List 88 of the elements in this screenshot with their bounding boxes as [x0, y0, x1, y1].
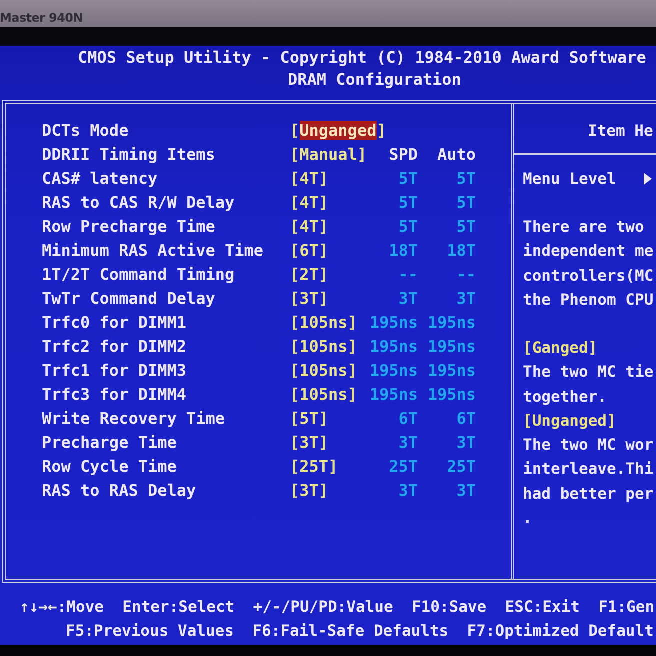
setting-value[interactable]: [3T]	[290, 287, 329, 311]
spd-value: 3T	[398, 288, 418, 310]
spd-value: 25T	[389, 456, 418, 478]
setting-label[interactable]: Trfc2 for DIMM2	[42, 335, 290, 359]
model-label: Master 940N	[0, 12, 83, 25]
setting-value[interactable]: [25T]	[290, 455, 338, 479]
setting-value[interactable]: [105ns]	[290, 383, 358, 407]
setting-value[interactable]: [Manual]	[290, 143, 368, 167]
setting-label[interactable]: 1T/2T Command Timing	[42, 263, 290, 287]
auto-value: 5T	[456, 216, 476, 238]
triangle-icon	[644, 173, 652, 185]
setting-value[interactable]: [5T]	[290, 407, 329, 431]
help-text: interleave.Thi	[523, 460, 654, 478]
auto-value: 195ns	[428, 312, 476, 334]
help-option-label: [Ganged]	[523, 339, 598, 357]
auto-value: --	[456, 264, 476, 286]
menu-level-label: Menu Level	[523, 169, 616, 190]
help-text: .	[523, 508, 532, 527]
key-hint: F10:Save	[412, 597, 487, 618]
setting-label[interactable]: RAS to CAS R/W Delay	[42, 191, 290, 215]
setting-value[interactable]: [4T]	[290, 167, 329, 191]
setting-value[interactable]: [4T]	[290, 215, 329, 239]
spd-value: 195ns	[370, 336, 418, 358]
setting-value[interactable]: [3T]	[290, 479, 329, 503]
help-text: had better per	[523, 484, 654, 502]
auto-value: 195ns	[428, 336, 476, 358]
setting-value[interactable]: [105ns]	[290, 311, 358, 335]
key-hint: ↑↓→←:Move	[20, 597, 104, 618]
setting-value[interactable]: [4T]	[290, 191, 329, 215]
spd-value: 3T	[398, 480, 418, 502]
page-title: DRAM Configuration	[287, 69, 462, 91]
setting-label[interactable]: Trfc3 for DIMM4	[42, 383, 290, 407]
spd-value: 195ns	[370, 312, 418, 334]
auto-value: 3T	[456, 432, 476, 454]
auto-value: 18T	[447, 240, 476, 262]
key-hint: Enter:Select	[122, 597, 235, 618]
spd-value: --	[398, 264, 418, 286]
key-hint: F6:Fail-Safe Defaults	[252, 621, 449, 642]
key-hint: ESC:Exit	[505, 597, 580, 618]
setting-label[interactable]: CAS# latency	[42, 167, 290, 191]
spd-value: 5T	[398, 168, 418, 190]
help-option-label: [Unganged]	[523, 412, 616, 430]
help-title: Item He	[588, 122, 654, 140]
auto-value: 5T	[456, 168, 476, 190]
spd-value: 5T	[398, 216, 418, 238]
auto-value: 25T	[447, 456, 476, 478]
setting-value[interactable]: [105ns]	[290, 359, 358, 383]
setting-value[interactable]: [3T]	[290, 431, 329, 455]
section-heading: DDRII Timing Items	[42, 144, 216, 166]
auto-value: 6T	[456, 408, 476, 430]
auto-value: 3T	[456, 288, 476, 310]
auto-value: 195ns	[428, 384, 476, 406]
setting-value[interactable]: [6T]	[290, 239, 329, 263]
setting-label[interactable]: Minimum RAS Active Time	[42, 239, 290, 263]
setting-label[interactable]: Precharge Time	[42, 431, 290, 455]
setting-label[interactable]: RAS to RAS Delay	[42, 479, 290, 503]
help-text: There are two	[523, 218, 644, 236]
setting-label[interactable]: DCTs Mode	[42, 119, 290, 143]
auto-value: 195ns	[428, 360, 476, 382]
spd-value: 5T	[398, 192, 418, 214]
spd-value: 3T	[398, 432, 418, 454]
spd-value: 195ns	[370, 360, 418, 382]
help-text: together.	[523, 388, 607, 406]
help-text: independent me	[523, 242, 654, 260]
auto-value: 3T	[456, 480, 476, 502]
key-hint: F5:Previous Values	[66, 621, 234, 642]
spd-value: 195ns	[370, 384, 418, 406]
key-hint: F1:Gen	[598, 597, 655, 618]
auto-value: 5T	[456, 192, 476, 214]
setting-label[interactable]: Trfc1 for DIMM3	[42, 359, 290, 383]
help-text: the Phenom CPU	[523, 290, 654, 309]
column-header: Auto	[437, 144, 476, 166]
setting-label[interactable]: Trfc0 for DIMM1	[42, 311, 290, 335]
screen-title: CMOS Setup Utility - Copyright (C) 1984-2010 Award Software	[77, 47, 648, 69]
setting-label[interactable]: Row Cycle Time	[42, 455, 290, 479]
help-text: controllers(MC	[523, 266, 654, 284]
setting-label[interactable]: TwTr Command Delay	[42, 287, 290, 311]
setting-label[interactable]: Write Recovery Time	[42, 407, 290, 431]
spd-value: 6T	[398, 408, 418, 430]
help-text: The two MC wor	[523, 436, 654, 454]
setting-value[interactable]: [105ns]	[290, 335, 358, 359]
key-hint: +/-/PU/PD:Value	[253, 597, 394, 618]
help-text: The two MC tie	[523, 363, 654, 382]
column-header: SPD	[389, 144, 418, 166]
setting-label[interactable]: Row Precharge Time	[42, 215, 290, 239]
spd-value: 18T	[389, 240, 418, 262]
key-hint: F7:Optimized Default	[467, 621, 654, 642]
setting-value[interactable]: [2T]	[290, 263, 329, 287]
